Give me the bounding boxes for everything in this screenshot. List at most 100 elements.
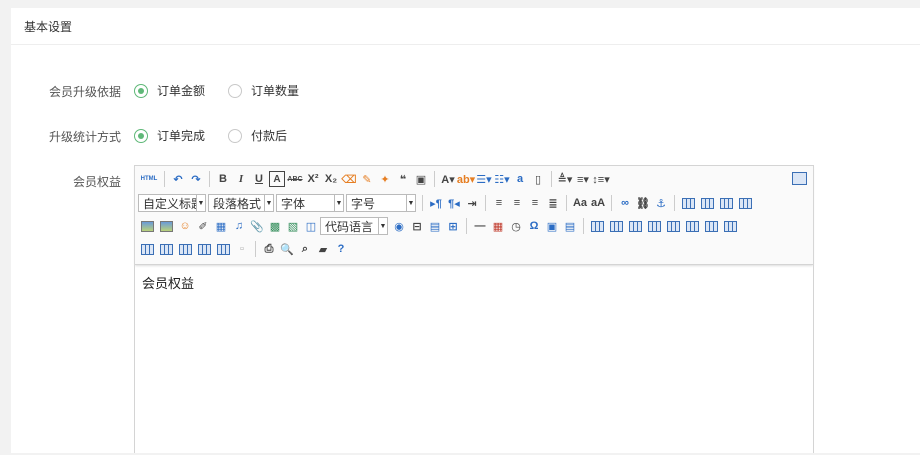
dropdown-text: 代码语言 <box>325 219 374 234</box>
justify-right-icon[interactable]: ≡ <box>527 195 543 211</box>
justify-center-icon[interactable]: ≡ <box>509 195 525 211</box>
fullscreen-icon[interactable] <box>792 172 807 185</box>
ordered-list-icon[interactable]: ☰▾ <box>476 171 492 187</box>
emotion-icon[interactable]: ☺ <box>177 218 193 234</box>
date-icon[interactable]: ▦ <box>490 218 506 234</box>
redo-icon[interactable]: ↷ <box>188 171 204 187</box>
subscript-icon[interactable]: X₂ <box>323 171 339 187</box>
line-height-icon[interactable]: ↕≡▾ <box>592 171 609 187</box>
horizontal-rule-icon[interactable]: — <box>472 218 488 234</box>
insert-image-icon[interactable] <box>160 220 173 232</box>
bold-icon[interactable]: B <box>215 171 231 187</box>
insert-frame-icon[interactable]: ◫ <box>303 218 319 234</box>
blockquote-icon[interactable]: ❝ <box>395 171 411 187</box>
help-icon[interactable]: ? <box>333 241 349 257</box>
drafts-icon[interactable]: ▰ <box>315 241 331 257</box>
dropdown-text: 段落格式 <box>213 196 262 211</box>
gmap-icon[interactable]: ▧ <box>285 218 301 234</box>
anchor-icon[interactable]: ⚓ <box>653 195 669 211</box>
preview-icon[interactable]: 🔍 <box>279 241 295 257</box>
toolbar-row-2: 自定义标题 ▼ 段落格式 ▼ 字体 ▼ 字号 ▼ ▸¶ ¶◂ ⇥ <box>138 193 755 213</box>
link-icon[interactable]: ∞ <box>617 195 633 211</box>
clear-doc-icon[interactable]: ▯ <box>530 171 546 187</box>
insert-col-icon[interactable] <box>686 220 699 232</box>
back-color-icon[interactable]: ab▾ <box>457 171 475 187</box>
rich-text-editor[interactable]: HTML ↶ ↷ B I U A ABC X² X₂ ⌫ ✎ ✦ ❝ ▣ A▾ … <box>134 165 814 453</box>
insert-video-icon[interactable]: ▦ <box>213 218 229 234</box>
code-language-select[interactable]: 代码语言 ▼ <box>320 217 388 235</box>
italic-icon[interactable]: I <box>233 171 249 187</box>
paste-plain-icon[interactable]: ▣ <box>413 171 429 187</box>
custom-title-select[interactable]: 自定义标题 ▼ <box>138 194 206 212</box>
split-to-cells-icon[interactable] <box>179 243 192 255</box>
page-break-icon[interactable]: ◉ <box>391 218 407 234</box>
separator <box>485 195 486 211</box>
delete-row-icon[interactable] <box>667 220 680 232</box>
radio-label: 订单金额 <box>157 84 206 98</box>
radio-order-amount[interactable]: 订单金额 <box>134 82 205 99</box>
auto-format-icon[interactable]: ✦ <box>377 171 393 187</box>
delete-col-icon[interactable] <box>705 220 718 232</box>
print-icon[interactable]: ⎙ <box>261 241 277 257</box>
font-color-icon[interactable]: A▾ <box>440 171 456 187</box>
merge-down-icon[interactable] <box>160 243 173 255</box>
insert-table-icon[interactable] <box>591 220 604 232</box>
undo-icon[interactable]: ↶ <box>170 171 186 187</box>
scrawl-icon[interactable]: ✐ <box>195 218 211 234</box>
merge-right-icon[interactable] <box>141 243 154 255</box>
split-to-cols-icon[interactable] <box>217 243 230 255</box>
image-left-icon[interactable] <box>701 197 714 209</box>
editor-content[interactable]: 会员权益 <box>135 265 813 455</box>
attachment-icon[interactable]: 📎 <box>249 218 265 234</box>
insert-code-icon[interactable]: ⊞ <box>445 218 461 234</box>
map-icon[interactable]: ▩ <box>267 218 283 234</box>
image-center-icon[interactable] <box>739 197 752 209</box>
template-icon[interactable]: ⊟ <box>409 218 425 234</box>
unordered-list-icon[interactable]: ☷▾ <box>494 171 510 187</box>
eraser-icon[interactable]: ⌫ <box>341 171 357 187</box>
search-replace-icon[interactable]: ▤ <box>562 218 578 234</box>
merge-cells-icon[interactable] <box>724 220 737 232</box>
special-char-icon[interactable]: Ω <box>526 218 542 234</box>
strikethrough-icon[interactable]: ABC <box>287 171 303 187</box>
underline-icon[interactable]: U <box>251 171 267 187</box>
to-uppercase-icon[interactable]: Aa <box>572 195 588 211</box>
paragraph-select[interactable]: 段落格式 ▼ <box>208 194 274 212</box>
radio-circle <box>228 83 242 98</box>
font-border-icon[interactable]: A <box>269 171 285 187</box>
radio-order-count[interactable]: 订单数量 <box>228 82 299 99</box>
indent-icon[interactable]: ⇥ <box>464 195 480 211</box>
chart-icon[interactable]: ▫ <box>234 241 250 257</box>
radio-label: 订单完成 <box>157 129 206 143</box>
format-brush-icon[interactable]: ✎ <box>359 171 375 187</box>
font-family-select[interactable]: 字体 ▼ <box>276 194 344 212</box>
background-icon[interactable]: ▤ <box>427 218 443 234</box>
word-image-icon[interactable]: ▣ <box>544 218 560 234</box>
ltr-icon[interactable]: ▸¶ <box>428 195 444 211</box>
unlink-icon[interactable]: ⛓ <box>635 195 651 211</box>
html-source-icon[interactable]: HTML <box>139 171 159 187</box>
time-icon[interactable]: ◷ <box>508 218 524 234</box>
insert-paragraph-before-table-icon[interactable] <box>629 220 642 232</box>
justify-full-icon[interactable]: ≣ <box>545 195 561 211</box>
separator <box>434 171 435 187</box>
insert-row-icon[interactable] <box>648 220 661 232</box>
to-lowercase-icon[interactable]: aA <box>590 195 606 211</box>
split-to-rows-icon[interactable] <box>198 243 211 255</box>
delete-table-icon[interactable] <box>610 220 623 232</box>
music-icon[interactable]: ♫ <box>231 218 247 234</box>
radio-order-complete[interactable]: 订单完成 <box>134 127 205 144</box>
search-icon[interactable]: ⌕ <box>297 241 313 257</box>
select-all-icon[interactable]: a <box>512 171 528 187</box>
simple-upload-icon[interactable] <box>141 220 154 232</box>
separator <box>164 171 165 187</box>
rtl-icon[interactable]: ¶◂ <box>446 195 462 211</box>
font-size-select[interactable]: 字号 ▼ <box>346 194 416 212</box>
radio-after-payment[interactable]: 付款后 <box>228 127 287 144</box>
row-spacing-bottom-icon[interactable]: ≡▾ <box>575 171 591 187</box>
justify-left-icon[interactable]: ≡ <box>491 195 507 211</box>
image-none-icon[interactable] <box>682 197 695 209</box>
image-right-icon[interactable] <box>720 197 733 209</box>
superscript-icon[interactable]: X² <box>305 171 321 187</box>
row-spacing-top-icon[interactable]: ≜▾ <box>557 171 573 187</box>
